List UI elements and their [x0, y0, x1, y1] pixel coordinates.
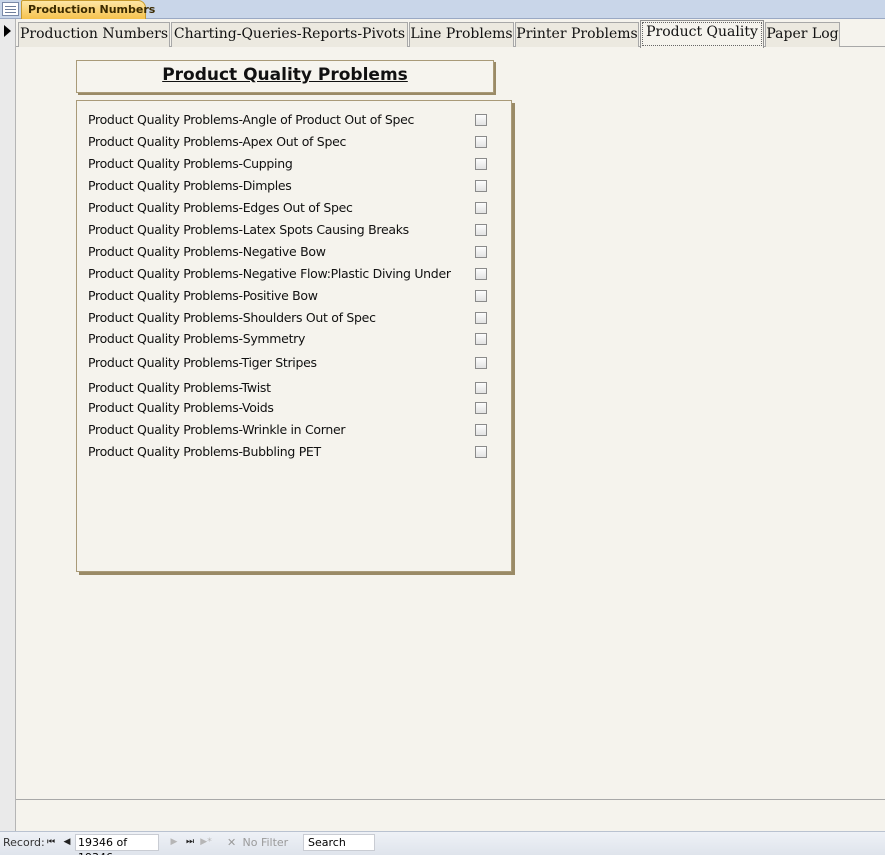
- form-content: Product Quality Problems Product Quality…: [16, 47, 885, 799]
- item-checkbox[interactable]: [475, 224, 487, 236]
- filter-icon: ✕: [227, 836, 237, 849]
- item-label: Product Quality Problems-Bubbling PET: [88, 444, 321, 459]
- list-item: Product Quality Problems-Shoulders Out o…: [77, 309, 511, 327]
- first-record-icon[interactable]: ⏮: [45, 835, 57, 849]
- tab-printer-problems[interactable]: Printer Problems: [515, 22, 639, 47]
- list-item: Product Quality Problems-Bubbling PET: [77, 443, 511, 461]
- item-checkbox[interactable]: [475, 402, 487, 414]
- item-label: Product Quality Problems-Voids: [88, 400, 274, 415]
- item-label: Product Quality Problems-Dimples: [88, 178, 292, 193]
- item-label: Product Quality Problems-Latex Spots Cau…: [88, 222, 409, 237]
- form-footer-area: [16, 799, 885, 831]
- list-item: Product Quality Problems-Latex Spots Cau…: [77, 221, 511, 239]
- record-selector[interactable]: [0, 19, 16, 831]
- section-header-box: Product Quality Problems: [76, 60, 494, 93]
- filter-status[interactable]: ✕ No Filter: [227, 835, 288, 851]
- tab-charting-queries-reports-pivots[interactable]: Charting-Queries-Reports-Pivots: [171, 22, 408, 47]
- list-item: Product Quality Problems-Positive Bow: [77, 287, 511, 305]
- tab-line-problems[interactable]: Line Problems: [409, 22, 514, 47]
- form-icon: [2, 2, 19, 16]
- item-label: Product Quality Problems-Positive Bow: [88, 288, 318, 303]
- filter-label: No Filter: [242, 836, 289, 849]
- item-checkbox[interactable]: [475, 446, 487, 458]
- previous-record-icon[interactable]: ◀: [61, 835, 73, 849]
- new-record-icon[interactable]: ▶*: [200, 835, 212, 849]
- next-record-icon[interactable]: ▶: [168, 835, 180, 849]
- list-item: Product Quality Problems-Dimples: [77, 177, 511, 195]
- item-label: Product Quality Problems-Angle of Produc…: [88, 112, 415, 127]
- item-checkbox[interactable]: [475, 312, 487, 324]
- list-item: Product Quality Problems-Angle of Produc…: [77, 111, 511, 129]
- section-title: Product Quality Problems: [162, 65, 408, 85]
- record-navigation-bar: Record: ⏮ ◀ 19346 of 19346 ▶ ⏭ ▶* ✕ No F…: [0, 831, 885, 855]
- product-quality-checklist: Product Quality Problems-Angle of Produc…: [76, 100, 512, 572]
- last-record-icon[interactable]: ⏭: [184, 835, 196, 849]
- item-label: Product Quality Problems-Twist: [88, 380, 271, 395]
- item-label: Product Quality Problems-Tiger Stripes: [88, 355, 317, 370]
- current-record-arrow-icon: [4, 25, 11, 37]
- item-checkbox[interactable]: [475, 180, 487, 192]
- item-checkbox[interactable]: [475, 333, 487, 345]
- list-item: Product Quality Problems-Twist: [77, 379, 511, 397]
- list-item: Product Quality Problems-Symmetry: [77, 330, 511, 348]
- item-checkbox[interactable]: [475, 424, 487, 436]
- list-item: Product Quality Problems-Cupping: [77, 155, 511, 173]
- form-tab-row: Production Numbers Charting-Queries-Repo…: [16, 19, 885, 48]
- current-record-field[interactable]: 19346 of 19346: [75, 834, 159, 855]
- list-item: Product Quality Problems-Negative Bow: [77, 243, 511, 261]
- item-checkbox[interactable]: [475, 136, 487, 148]
- item-label: Product Quality Problems-Wrinkle in Corn…: [88, 422, 346, 437]
- tab-paper-log[interactable]: Paper Log: [765, 22, 840, 47]
- item-label: Product Quality Problems-Symmetry: [88, 331, 306, 346]
- item-label: Product Quality Problems-Edges Out of Sp…: [88, 200, 353, 215]
- item-checkbox[interactable]: [475, 158, 487, 170]
- item-label: Product Quality Problems-Negative Bow: [88, 244, 326, 259]
- item-checkbox[interactable]: [475, 268, 487, 280]
- item-label: Product Quality Problems-Apex Out of Spe…: [88, 134, 347, 149]
- list-item: Product Quality Problems-Voids: [77, 399, 511, 417]
- record-label: Record:: [3, 836, 45, 849]
- list-item: Product Quality Problems-Apex Out of Spe…: [77, 133, 511, 151]
- list-item: Product Quality Problems-Wrinkle in Corn…: [77, 421, 511, 439]
- item-label: Product Quality Problems-Shoulders Out o…: [88, 310, 376, 325]
- item-label: Product Quality Problems-Cupping: [88, 156, 293, 171]
- search-input[interactable]: Search: [303, 834, 375, 851]
- document-tab-bar: Production Numbers: [0, 0, 885, 19]
- tab-product-quality[interactable]: Product Quality: [640, 20, 764, 48]
- item-checkbox[interactable]: [475, 202, 487, 214]
- item-checkbox[interactable]: [475, 246, 487, 258]
- item-checkbox[interactable]: [475, 382, 487, 394]
- list-item: Product Quality Problems-Negative Flow:P…: [77, 265, 511, 283]
- item-label: Product Quality Problems-Negative Flow:P…: [88, 266, 451, 281]
- tab-production-numbers[interactable]: Production Numbers: [18, 22, 170, 47]
- list-item: Product Quality Problems-Tiger Stripes: [77, 354, 511, 372]
- item-checkbox[interactable]: [475, 290, 487, 302]
- item-checkbox[interactable]: [475, 114, 487, 126]
- document-tab-production-numbers[interactable]: Production Numbers: [21, 0, 155, 19]
- item-checkbox[interactable]: [475, 357, 487, 369]
- list-item: Product Quality Problems-Edges Out of Sp…: [77, 199, 511, 217]
